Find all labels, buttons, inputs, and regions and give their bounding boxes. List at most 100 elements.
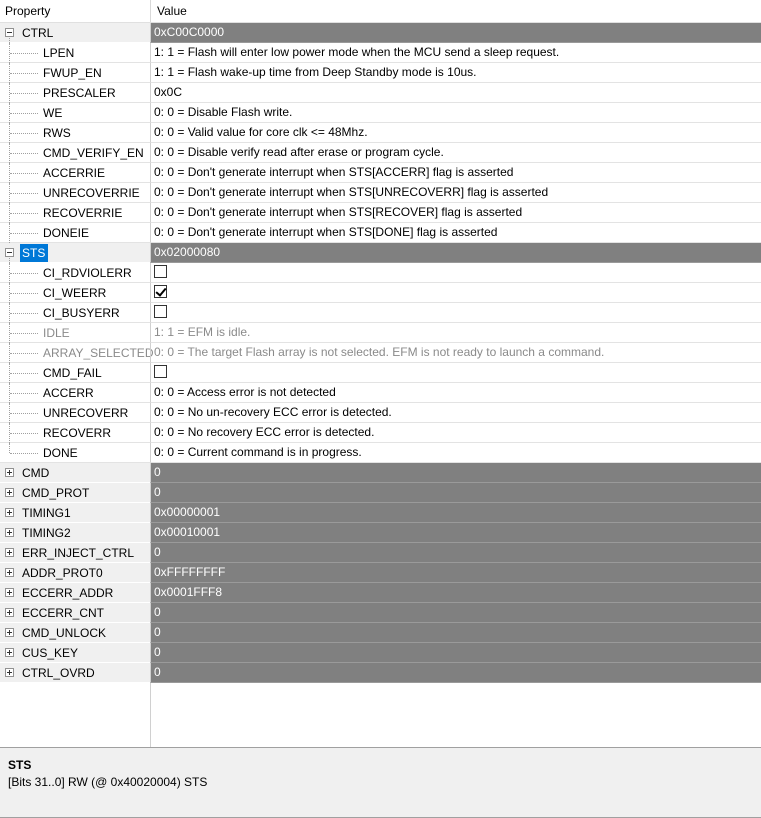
property-name-cell[interactable]: CUS_KEY <box>0 643 150 663</box>
collapse-minus-icon[interactable] <box>5 248 14 257</box>
property-value-cell[interactable]: 0x00000001 <box>150 503 761 523</box>
register-row-unrecoverr[interactable]: UNRECOVERR 0: 0 = No un-recovery ECC erro… <box>0 403 761 423</box>
property-value-cell[interactable]: 0 <box>150 543 761 563</box>
property-value-cell[interactable]: 1: 1 = Flash will enter low power mode w… <box>150 43 761 63</box>
register-row-cmd-fail[interactable]: CMD_FAIL <box>0 363 761 383</box>
expand-plus-icon[interactable] <box>5 508 14 517</box>
expand-plus-icon[interactable] <box>5 588 14 597</box>
register-row-timing2[interactable]: TIMING2 0x00010001 <box>0 523 761 543</box>
property-column-header[interactable]: Property <box>0 0 155 22</box>
property-name-cell[interactable]: CI_RDVIOLERR <box>0 263 150 283</box>
property-name-cell[interactable]: CMD_VERIFY_EN <box>0 143 150 163</box>
register-row-sts[interactable]: STS 0x02000080 <box>0 243 761 263</box>
checkbox-unchecked[interactable] <box>154 365 167 378</box>
register-row-ci-rdviolerr[interactable]: CI_RDVIOLERR <box>0 263 761 283</box>
register-row-prescaler[interactable]: PRESCALER 0x0C <box>0 83 761 103</box>
register-row-cmd-prot[interactable]: CMD_PROT 0 <box>0 483 761 503</box>
property-name-cell[interactable]: TIMING2 <box>0 523 150 543</box>
property-name-cell[interactable]: UNRECOVERR <box>0 403 150 423</box>
property-name-cell[interactable]: CTRL_OVRD <box>0 663 150 683</box>
property-value-cell[interactable]: 0: 0 = Disable Flash write. <box>150 103 761 123</box>
property-name-cell[interactable]: CI_WEERR <box>0 283 150 303</box>
property-value-cell[interactable]: 0: 0 = Don't generate interrupt when STS… <box>150 163 761 183</box>
property-name-cell[interactable]: TIMING1 <box>0 503 150 523</box>
property-value-cell[interactable]: 1: 1 = Flash wake-up time from Deep Stan… <box>150 63 761 83</box>
register-row-rws[interactable]: RWS 0: 0 = Valid value for core clk <= 48… <box>0 123 761 143</box>
property-value-cell[interactable] <box>150 263 761 283</box>
property-value-cell[interactable]: 0 <box>150 463 761 483</box>
value-column-header[interactable]: Value <box>150 0 761 22</box>
register-row-eccerr-cnt[interactable]: ECCERR_CNT 0 <box>0 603 761 623</box>
property-value-cell[interactable]: 0: 0 = Disable verify read after erase o… <box>150 143 761 163</box>
register-row-ctrl[interactable]: CTRL 0xC00C0000 <box>0 23 761 43</box>
property-name-cell[interactable]: CMD_PROT <box>0 483 150 503</box>
register-row-lpen[interactable]: LPEN 1: 1 = Flash will enter low power mo… <box>0 43 761 63</box>
register-row-cmd[interactable]: CMD 0 <box>0 463 761 483</box>
property-value-cell[interactable]: 0: 0 = Access error is not detected <box>150 383 761 403</box>
register-row-array-selected[interactable]: ARRAY_SELECTED 0: 0 = The target Flash ar… <box>0 343 761 363</box>
property-value-cell[interactable]: 0: 0 = No recovery ECC error is detected… <box>150 423 761 443</box>
property-name-cell[interactable]: CMD <box>0 463 150 483</box>
property-name-cell[interactable]: CTRL <box>0 23 150 43</box>
property-name-cell[interactable]: ADDR_PROT0 <box>0 563 150 583</box>
property-value-cell[interactable]: 0: 0 = Current command is in progress. <box>150 443 761 463</box>
checkbox-unchecked[interactable] <box>154 305 167 318</box>
register-row-we[interactable]: WE 0: 0 = Disable Flash write. <box>0 103 761 123</box>
checkbox-checked[interactable] <box>154 285 167 298</box>
expand-plus-icon[interactable] <box>5 488 14 497</box>
property-value-cell[interactable]: 0 <box>150 663 761 683</box>
property-name-cell[interactable]: DONEIE <box>0 223 150 243</box>
property-value-cell[interactable]: 0 <box>150 623 761 643</box>
register-row-ci-busyerr[interactable]: CI_BUSYERR <box>0 303 761 323</box>
register-row-timing1[interactable]: TIMING1 0x00000001 <box>0 503 761 523</box>
property-value-cell[interactable]: 0xC00C0000 <box>150 23 761 43</box>
register-row-accerr[interactable]: ACCERR 0: 0 = Access error is not detecte… <box>0 383 761 403</box>
register-row-cus-key[interactable]: CUS_KEY 0 <box>0 643 761 663</box>
register-row-unrecoverrie[interactable]: UNRECOVERRIE 0: 0 = Don't generate interr… <box>0 183 761 203</box>
expand-plus-icon[interactable] <box>5 548 14 557</box>
register-row-cmd-verify-en[interactable]: CMD_VERIFY_EN 0: 0 = Disable verify read … <box>0 143 761 163</box>
register-row-recoverr[interactable]: RECOVERR 0: 0 = No recovery ECC error is … <box>0 423 761 443</box>
register-row-done[interactable]: DONE 0: 0 = Current command is in progres… <box>0 443 761 463</box>
property-name-cell[interactable]: LPEN <box>0 43 150 63</box>
property-value-cell[interactable] <box>150 363 761 383</box>
property-name-cell[interactable]: DONE <box>0 443 150 463</box>
checkbox-unchecked[interactable] <box>154 265 167 278</box>
property-name-cell[interactable]: STS <box>0 243 150 263</box>
property-value-cell[interactable]: 0: 0 = Don't generate interrupt when STS… <box>150 223 761 243</box>
register-row-recoverrie[interactable]: RECOVERRIE 0: 0 = Don't generate interrup… <box>0 203 761 223</box>
property-value-cell[interactable]: 0: 0 = Valid value for core clk <= 48Mhz… <box>150 123 761 143</box>
property-value-cell[interactable] <box>150 283 761 303</box>
property-name-cell[interactable]: ECCERR_CNT <box>0 603 150 623</box>
expand-plus-icon[interactable] <box>5 668 14 677</box>
register-row-ctrl-ovrd[interactable]: CTRL_OVRD 0 <box>0 663 761 683</box>
register-row-cmd-unlock[interactable]: CMD_UNLOCK 0 <box>0 623 761 643</box>
property-name-cell[interactable]: ERR_INJECT_CTRL <box>0 543 150 563</box>
property-value-cell[interactable]: 0 <box>150 603 761 623</box>
property-name-cell[interactable]: FWUP_EN <box>0 63 150 83</box>
property-value-cell[interactable]: 0 <box>150 643 761 663</box>
expand-plus-icon[interactable] <box>5 608 14 617</box>
register-row-addr-prot0[interactable]: ADDR_PROT0 0xFFFFFFFF <box>0 563 761 583</box>
property-value-cell[interactable] <box>150 303 761 323</box>
property-name-cell[interactable]: RECOVERRIE <box>0 203 150 223</box>
expand-plus-icon[interactable] <box>5 528 14 537</box>
property-name-cell[interactable]: ACCERR <box>0 383 150 403</box>
property-name-cell[interactable]: UNRECOVERRIE <box>0 183 150 203</box>
property-name-cell[interactable]: CMD_FAIL <box>0 363 150 383</box>
property-value-cell[interactable]: 0x0001FFF8 <box>150 583 761 603</box>
property-name-cell[interactable]: ARRAY_SELECTED <box>0 343 153 363</box>
property-name-cell[interactable]: RWS <box>0 123 150 143</box>
property-value-cell[interactable]: 0: 0 = No un-recovery ECC error is detec… <box>150 403 761 423</box>
property-value-cell[interactable]: 0x00010001 <box>150 523 761 543</box>
expand-plus-icon[interactable] <box>5 628 14 637</box>
expand-plus-icon[interactable] <box>5 468 14 477</box>
property-value-cell[interactable]: 0: 0 = Don't generate interrupt when STS… <box>150 203 761 223</box>
property-name-cell[interactable]: ECCERR_ADDR <box>0 583 150 603</box>
property-value-cell[interactable]: 0: 0 = Don't generate interrupt when STS… <box>150 183 761 203</box>
expand-plus-icon[interactable] <box>5 648 14 657</box>
register-row-accerrie[interactable]: ACCERRIE 0: 0 = Don't generate interrupt … <box>0 163 761 183</box>
property-name-cell[interactable]: ACCERRIE <box>0 163 150 183</box>
property-name-cell[interactable]: PRESCALER <box>0 83 150 103</box>
property-value-cell[interactable]: 0x02000080 <box>150 243 761 263</box>
